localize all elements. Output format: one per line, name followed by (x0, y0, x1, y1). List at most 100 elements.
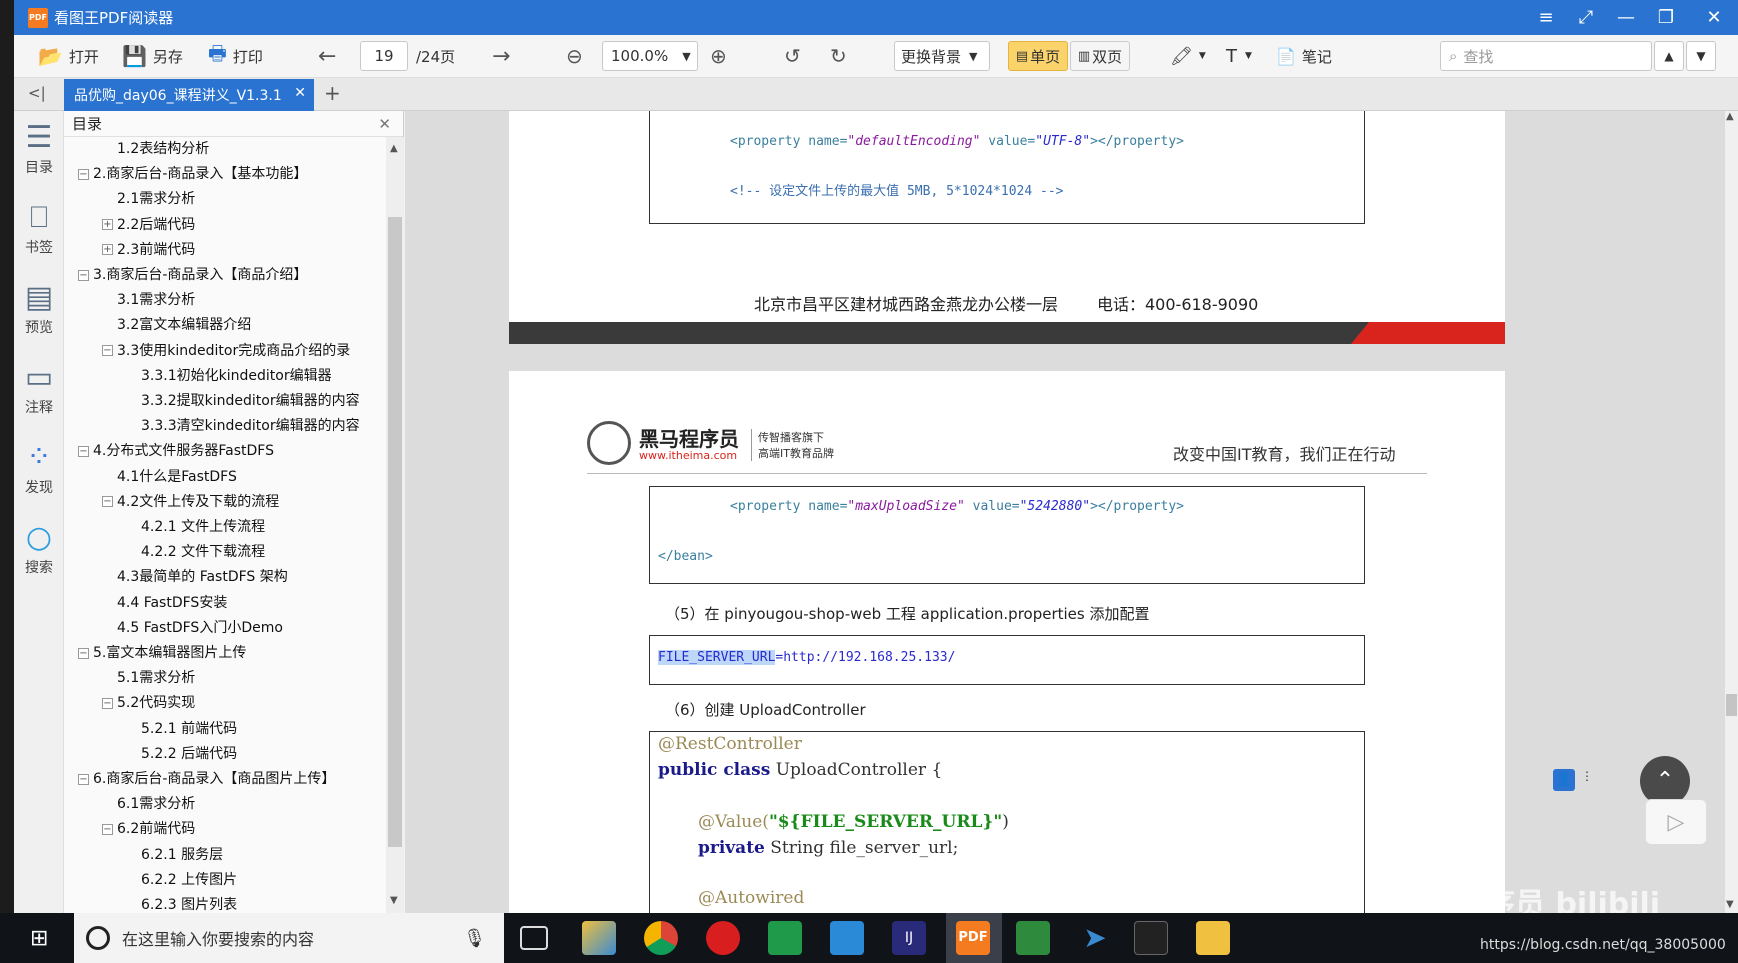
toc-item[interactable]: −4.2文件上传及下载的流程 (102, 490, 279, 515)
collapse-icon[interactable]: − (78, 445, 89, 457)
explorer-app-icon[interactable] (582, 921, 616, 955)
add-tab-icon[interactable]: + (324, 81, 341, 105)
rotate-left-icon[interactable]: ↺ (784, 41, 801, 71)
toc-item[interactable]: +2.2后端代码 (102, 213, 195, 238)
microphone-icon[interactable]: 🎙 (463, 928, 486, 949)
single-page-button[interactable]: ▤ 单页 (1008, 41, 1068, 71)
annotation-panel-button[interactable]: ▭ 注释 (14, 359, 64, 417)
intellij-icon[interactable]: IJ (892, 921, 926, 955)
search-panel-button[interactable]: ○ 搜索 (14, 519, 64, 577)
document-scroll-thumb[interactable] (1726, 694, 1737, 716)
save-as-button[interactable]: 💾 另存 (122, 41, 183, 71)
toc-item[interactable]: +2.3前端代码 (102, 238, 195, 263)
toc-item[interactable]: 4.2.2 文件下载流程 (141, 540, 265, 565)
menu-icon[interactable]: ≡ (1526, 0, 1566, 35)
toc-item[interactable]: −5.2代码实现 (102, 691, 195, 716)
user-icon[interactable]: 👤 (1553, 769, 1575, 791)
close-icon[interactable]: ✕ (378, 111, 391, 137)
text-tool-icon[interactable]: T ▼ (1226, 41, 1252, 71)
toc-item[interactable]: 6.2.1 服务层 (141, 843, 223, 868)
windows-start-icon[interactable]: ⊞ (30, 926, 48, 951)
toc-item[interactable]: 2.1需求分析 (117, 187, 195, 212)
toc-scrollbar[interactable]: ▲ ▼ (386, 137, 404, 913)
toc-item[interactable]: 4.3最简单的 FastDFS 架构 (117, 565, 288, 590)
search-prev-icon[interactable]: ▲ (1654, 41, 1684, 71)
toc-item[interactable]: 3.3.3清空kindeditor编辑器的内容 (141, 414, 360, 439)
toc-item[interactable]: −3.3使用kindeditor完成商品介绍的录 (102, 339, 350, 364)
toc-item[interactable]: −4.分布式文件服务器FastDFS (78, 439, 274, 464)
document-scrollbar[interactable]: ▲ ▼ (1725, 111, 1738, 913)
toc-item[interactable]: 3.2富文本编辑器介绍 (117, 313, 251, 338)
toc-item[interactable]: −3.商家后台-商品录入【商品介绍】 (78, 263, 307, 288)
collapse-icon[interactable]: − (78, 269, 89, 281)
toc-item[interactable]: 3.3.1初始化kindeditor编辑器 (141, 364, 332, 389)
collapse-icon[interactable]: − (78, 773, 89, 785)
page-number-input[interactable]: 19 (360, 41, 408, 71)
collapse-panel-icon[interactable]: <| (28, 84, 46, 102)
zoom-out-icon[interactable]: ⊖ (566, 41, 583, 71)
scroll-up-icon[interactable]: ▲ (390, 143, 398, 154)
document-tab[interactable]: 品优购_day06_课程讲义_V1.3.1 ✕ (64, 79, 314, 111)
selected-text[interactable]: FILE_SERVER_URL (658, 650, 776, 665)
chrome-icon[interactable] (644, 921, 678, 955)
search-next-icon[interactable]: ▼ (1686, 41, 1716, 71)
discover-panel-button[interactable]: ⁘ 发现 (14, 439, 64, 497)
change-background-select[interactable]: 更换背景 ▼ (894, 41, 990, 71)
next-page-icon[interactable]: → (492, 41, 510, 71)
prev-page-icon[interactable]: ← (318, 41, 336, 71)
terminal-icon[interactable] (1134, 921, 1168, 955)
restore-icon[interactable]: ❐ (1646, 0, 1686, 35)
toc-item[interactable]: 4.4 FastDFS安装 (117, 591, 227, 616)
collapse-icon[interactable]: − (102, 345, 113, 357)
toc-item[interactable]: −6.2前端代码 (102, 817, 195, 842)
play-icon[interactable]: ▷ (1645, 799, 1707, 845)
green-app-icon[interactable] (768, 921, 802, 955)
print-button[interactable]: 🖶 打印 (208, 41, 263, 71)
blue-app-icon[interactable] (830, 921, 864, 955)
collapse-icon[interactable]: − (102, 496, 113, 508)
minimize-icon[interactable]: — (1606, 0, 1646, 35)
toc-item[interactable]: 4.2.1 文件上传流程 (141, 515, 265, 540)
more-icon[interactable]: ⋮ (1581, 769, 1593, 783)
feather-icon[interactable]: ➤ (1078, 921, 1112, 955)
collapse-icon[interactable]: − (102, 697, 113, 709)
toc-item[interactable]: −5.富文本编辑器图片上传 (78, 641, 246, 666)
double-page-button[interactable]: ▥ 双页 (1070, 41, 1130, 71)
toc-item[interactable]: 5.1需求分析 (117, 666, 195, 691)
toc-item[interactable]: 4.5 FastDFS入门小Demo (117, 616, 283, 641)
close-icon[interactable]: ✕ (1694, 0, 1734, 35)
notes-button[interactable]: 📄 笔记 (1276, 41, 1332, 71)
toc-item[interactable]: 6.1需求分析 (117, 792, 195, 817)
toc-item[interactable]: 6.2.2 上传图片 (141, 868, 237, 893)
task-view-icon[interactable] (520, 926, 548, 950)
toc-item[interactable]: 4.1什么是FastDFS (117, 465, 237, 490)
toc-item[interactable]: 3.3.2提取kindeditor编辑器的内容 (141, 389, 360, 414)
close-tab-icon[interactable]: ✕ (294, 85, 306, 101)
search-input[interactable]: ⌕ 查找 (1440, 41, 1652, 71)
collapse-icon[interactable]: − (78, 647, 89, 659)
scroll-down-icon[interactable]: ▼ (390, 895, 398, 906)
toc-item[interactable]: −6.商家后台-商品录入【商品图片上传】 (78, 767, 335, 792)
expand-icon[interactable]: + (102, 219, 113, 231)
open-button[interactable]: 📂 打开 (38, 41, 99, 71)
taskbar-search-input[interactable]: 在这里输入你要搜索的内容 🎙 (74, 913, 504, 963)
bookmark-panel-button[interactable]: ⎕ 书签 (14, 199, 64, 257)
folder-icon[interactable] (1196, 921, 1230, 955)
toc-item[interactable]: 3.1需求分析 (117, 288, 195, 313)
toc-item[interactable]: −2.商家后台-商品录入【基本功能】 (78, 162, 307, 187)
fullscreen-icon[interactable]: ⤢ (1566, 0, 1606, 35)
rotate-right-icon[interactable]: ↻ (830, 41, 847, 71)
highlight-icon[interactable]: 🖍 ▼ (1170, 41, 1206, 71)
pdf-app-active[interactable]: PDF (946, 913, 1002, 963)
zoom-select[interactable]: 100.0% ▼ (602, 41, 698, 71)
notepad-icon[interactable] (1016, 921, 1050, 955)
scroll-up-icon[interactable]: ▲ (1726, 111, 1734, 122)
expand-icon[interactable]: + (102, 244, 113, 256)
scroll-down-icon[interactable]: ▼ (1726, 899, 1734, 910)
toc-item[interactable]: 6.2.3 图片列表 (141, 893, 237, 913)
toc-scroll-thumb[interactable] (388, 217, 402, 847)
toc-item[interactable]: 1.2表结构分析 (117, 137, 209, 162)
toc-item[interactable]: 5.2.2 后端代码 (141, 742, 237, 767)
collapse-icon[interactable]: − (102, 823, 113, 835)
collapse-icon[interactable]: − (78, 168, 89, 180)
